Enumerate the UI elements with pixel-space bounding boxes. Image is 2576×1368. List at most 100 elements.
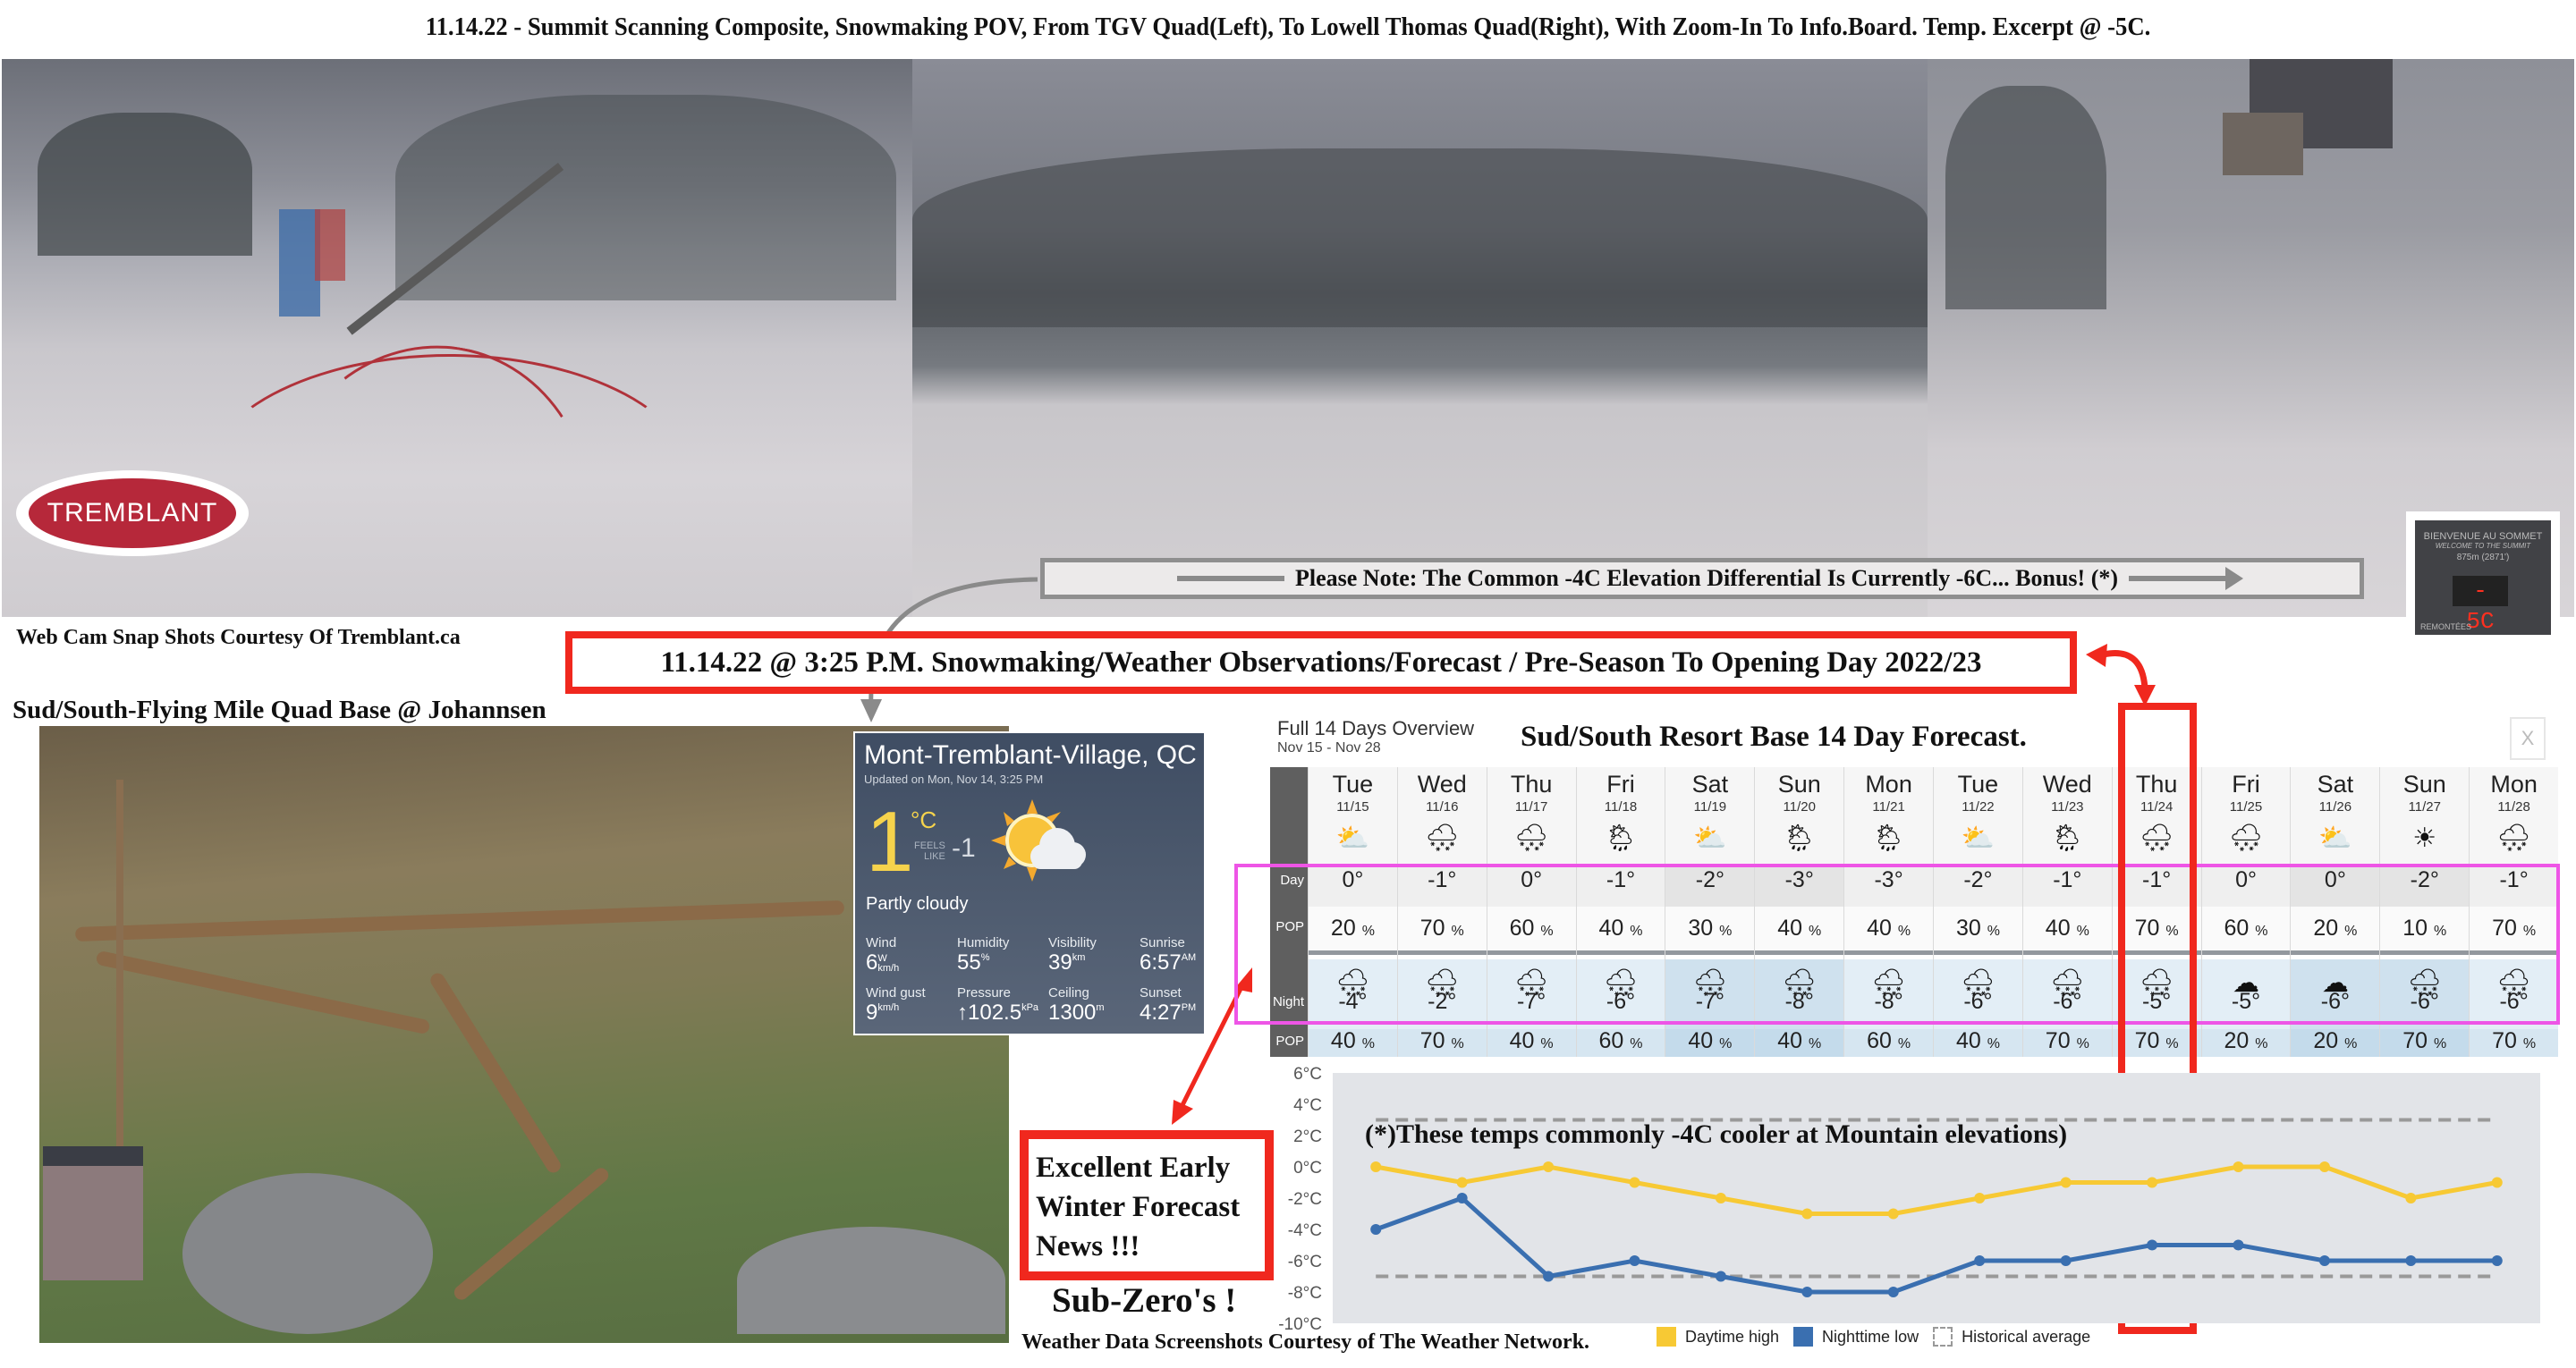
day-date: 11/16 xyxy=(1426,799,1459,815)
data-point xyxy=(1370,1161,1382,1172)
day-date: 11/21 xyxy=(1872,799,1905,815)
elevation-note-banner: Please Note: The Common -4C Elevation Di… xyxy=(1040,558,2364,599)
day-date: 11/22 xyxy=(1962,799,1995,815)
legend-swatch-historical xyxy=(1933,1327,1953,1347)
updated-time: Updated on Mon, Nov 14, 3:25 PM xyxy=(864,773,1044,786)
night-pop: 20 % xyxy=(2224,1028,2268,1053)
location-name: Mont-Tremblant-Village, QC xyxy=(864,740,1197,770)
data-point xyxy=(2060,1177,2072,1188)
snow-cloud-icon: 🌨 xyxy=(2496,823,2531,853)
stat-ceiling: Ceiling 1300m xyxy=(1048,985,1105,1025)
night-pop: 60 % xyxy=(1867,1028,1911,1053)
current-weather-card: Mont-Tremblant-Village, QC Updated on Mo… xyxy=(853,731,1206,1035)
day-date: 11/26 xyxy=(2318,799,2352,815)
data-point xyxy=(1456,1177,1468,1188)
day-date: 11/25 xyxy=(2229,799,2263,815)
data-point xyxy=(2405,1193,2417,1203)
night-pop: 70 % xyxy=(2492,1028,2537,1053)
data-point xyxy=(1715,1271,1726,1282)
day-date: 11/15 xyxy=(1336,799,1369,815)
highlight-box-pink xyxy=(1234,864,2560,1025)
snow-cloud-icon: 🌨 xyxy=(2228,823,2264,853)
double-arrow-icon xyxy=(2086,644,2156,706)
data-point xyxy=(2233,1239,2244,1251)
y-tick-label: -6°C xyxy=(1288,1253,1322,1271)
data-point xyxy=(2491,1177,2503,1188)
summit-webcam-panorama xyxy=(2,59,2574,617)
night-pop: 40 % xyxy=(1509,1028,1554,1053)
y-tick-label: 2°C xyxy=(1293,1127,1322,1146)
night-pop: 40 % xyxy=(1777,1028,1822,1053)
forecast-date-range: Nov 15 - Nov 28 xyxy=(1277,740,1381,756)
forecast-overview-label: Full 14 Days Overview xyxy=(1277,717,1475,739)
stat-humidity: Humidity 55% xyxy=(957,935,1010,975)
legend-swatch-high xyxy=(1657,1327,1676,1347)
data-point xyxy=(1887,1287,1899,1297)
y-tick-label: 0°C xyxy=(1293,1159,1322,1178)
day-date: 11/23 xyxy=(2051,799,2084,815)
night-pop: 70 % xyxy=(1419,1028,1464,1053)
stat-wind-gust: Wind gust 9km/h xyxy=(866,985,926,1025)
sun-cloud-icon: ⛅ xyxy=(1961,823,1996,853)
data-point xyxy=(1543,1161,1555,1172)
data-point xyxy=(2318,1255,2330,1266)
night-pop: 40 % xyxy=(1330,1028,1375,1053)
base-cam-caption: Sud/South-Flying Mile Quad Base @ Johann… xyxy=(13,696,547,724)
day-of-week: Tue xyxy=(1332,771,1374,798)
stat-wind: Wind 6W km/h xyxy=(866,935,900,975)
tremblant-logo: TREMBLANT xyxy=(16,470,249,556)
day-of-week: Mon xyxy=(1865,771,1912,798)
night-pop: 70 % xyxy=(2045,1028,2089,1053)
day-of-week: Tue xyxy=(1957,771,1999,798)
y-tick-label: -8°C xyxy=(1288,1284,1322,1303)
day-date: 11/18 xyxy=(1604,799,1638,815)
feels-like-value: -1 xyxy=(952,833,976,863)
sun-snow-icon: 🌦 xyxy=(1871,823,1906,853)
y-tick-label: -10°C xyxy=(1278,1315,1322,1334)
y-tick-label: -2°C xyxy=(1288,1190,1322,1209)
night-pop: 70 % xyxy=(2402,1028,2447,1053)
day-date: 11/17 xyxy=(1514,799,1548,815)
y-tick-label: 6°C xyxy=(1293,1065,1322,1084)
sun-icon: ☀ xyxy=(2412,823,2437,853)
night-pop: 40 % xyxy=(1688,1028,1733,1053)
day-date: 11/19 xyxy=(1693,799,1727,815)
summit-info-board: BIENVENUE AU SOMMET WELCOME TO THE SUMMI… xyxy=(2406,511,2560,644)
chart-legend: Daytime high Nighttime low Historical av… xyxy=(1657,1327,2090,1347)
plot-area xyxy=(1333,1073,2540,1323)
data-point xyxy=(2318,1161,2330,1172)
day-of-week: Sat xyxy=(1691,771,1729,798)
condition-text: Partly cloudy xyxy=(866,894,969,914)
snow-cloud-icon: 🌨 xyxy=(1425,823,1460,853)
data-point xyxy=(1801,1287,1813,1297)
data-point xyxy=(1801,1208,1813,1220)
chart-annotation: (*)These temps commonly -4C cooler at Mo… xyxy=(1365,1119,2068,1149)
day-date: 11/28 xyxy=(2497,799,2530,815)
data-point xyxy=(2060,1255,2072,1266)
data-point xyxy=(1543,1271,1555,1282)
arrow-right-icon xyxy=(2129,567,2244,590)
stat-pressure: Pressure ↑102.5kPa xyxy=(957,985,1039,1025)
stat-visibility: Visibility 39km xyxy=(1048,935,1097,975)
data-point xyxy=(1887,1208,1899,1220)
day-of-week: Mon xyxy=(2490,771,2538,798)
day-of-week: Fri xyxy=(1606,771,1635,798)
snow-cloud-icon: 🌨 xyxy=(1514,823,1549,853)
sun-snow-icon: 🌦 xyxy=(1603,823,1639,853)
page-title: 11.14.22 - Summit Scanning Composite, Sn… xyxy=(425,13,2151,41)
close-button[interactable]: X xyxy=(2510,717,2546,760)
day-date: 11/20 xyxy=(1783,799,1816,815)
webcam-credit: Web Cam Snap Shots Courtesy Of Tremblant… xyxy=(16,626,461,649)
day-of-week: Sun xyxy=(2402,771,2446,798)
current-temp: 1 xyxy=(866,794,914,890)
sun-snow-icon: 🌦 xyxy=(2050,823,2085,853)
data-point xyxy=(2491,1255,2503,1266)
arrow-left-segment xyxy=(1176,576,1284,581)
data-point xyxy=(2147,1177,2158,1188)
sun-cloud-icon: ⛅ xyxy=(2318,823,2352,853)
day-date: 11/27 xyxy=(2408,799,2441,815)
data-point xyxy=(2405,1255,2417,1266)
data-point xyxy=(2147,1239,2158,1251)
data-point xyxy=(1629,1255,1640,1266)
data-point xyxy=(1456,1193,1468,1203)
